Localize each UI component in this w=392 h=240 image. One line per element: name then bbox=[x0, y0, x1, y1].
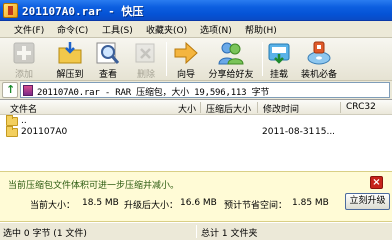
folder-icon bbox=[6, 115, 18, 126]
title-bar: 201107A0.rar - 快压 bbox=[0, 0, 392, 21]
mount-button[interactable]: 挂载 bbox=[264, 39, 294, 80]
current-size-value: 18.5 MB bbox=[82, 198, 119, 208]
address-bar: ↑ 201107A0.rar - RAR 压缩包，大小 19,596,113 字… bbox=[0, 81, 392, 99]
share-button[interactable]: 分享给好友 bbox=[204, 39, 258, 80]
status-bar: 选中 0 字节 (1 文件) 总计 1 文件夹 bbox=[0, 222, 392, 240]
tip-message: 当前压缩包文件体积可进一步压缩并减小。 bbox=[8, 181, 180, 191]
menu-command[interactable]: 命令(C) bbox=[57, 23, 88, 36]
column-packed-size[interactable]: 压缩后大小 bbox=[206, 102, 251, 115]
list-header: 文件名 大小 压缩后大小 修改时间 CRC32 bbox=[0, 100, 392, 115]
rar-archive-icon bbox=[23, 85, 33, 96]
menu-bar: 文件(F) 命令(C) 工具(S) 收藏夹(O) 选项(N) 帮助(H) bbox=[0, 21, 392, 38]
setup-essentials-button[interactable]: 装机必备 bbox=[296, 39, 342, 80]
window-title: 201107A0.rar - 快压 bbox=[22, 5, 144, 18]
saving-label: 预计节省空间： bbox=[224, 201, 288, 211]
app-icon[interactable] bbox=[3, 3, 18, 18]
column-name[interactable]: 文件名 bbox=[10, 102, 37, 115]
delete-button[interactable]: 删除 bbox=[128, 39, 164, 80]
status-selected: 选中 0 字节 (1 文件) bbox=[3, 229, 87, 239]
column-modified[interactable]: 修改时间 bbox=[263, 102, 299, 115]
status-total: 总计 1 文件夹 bbox=[201, 229, 258, 239]
column-size[interactable]: 大小 bbox=[178, 102, 196, 115]
column-divider bbox=[340, 102, 341, 113]
menu-tools[interactable]: 工具(S) bbox=[102, 23, 133, 36]
add-button[interactable]: 添加 bbox=[6, 39, 42, 80]
view-button[interactable]: 查看 bbox=[90, 39, 126, 80]
column-divider bbox=[257, 102, 258, 113]
setup-essentials-label: 装机必备 bbox=[300, 70, 337, 80]
toolbar-separator bbox=[166, 42, 167, 76]
people-icon bbox=[218, 42, 244, 65]
magnifier-icon bbox=[96, 42, 120, 64]
folder-icon bbox=[6, 126, 18, 137]
upgraded-size-label: 升级后大小： bbox=[124, 201, 179, 211]
menu-file[interactable]: 文件(F) bbox=[14, 23, 44, 36]
setup-disk-icon bbox=[307, 41, 331, 65]
column-crc[interactable]: CRC32 bbox=[346, 102, 376, 112]
delete-icon bbox=[135, 43, 155, 63]
mount-label: 挂载 bbox=[269, 70, 288, 80]
address-field[interactable]: 201107A0.rar - RAR 压缩包，大小 19,596,113 字节 bbox=[20, 82, 390, 98]
up-arrow-icon: ↑ bbox=[6, 83, 16, 96]
address-text: 201107A0.rar - RAR 压缩包，大小 19,596,113 字节 bbox=[37, 88, 270, 98]
arrow-right-icon bbox=[174, 41, 198, 65]
up-folder-button[interactable]: ↑ bbox=[2, 82, 18, 98]
wizard-button[interactable]: 向导 bbox=[168, 39, 204, 80]
delete-label: 删除 bbox=[136, 70, 155, 80]
row-modified: 2011-08-31 bbox=[262, 127, 315, 137]
list-row-folder[interactable]: 201107A0 2011-08-31 15... bbox=[0, 126, 392, 139]
upgrade-now-button[interactable]: 立刻升级 bbox=[345, 193, 390, 210]
file-list[interactable]: 文件名 大小 压缩后大小 修改时间 CRC32 .. 201107A0 2011… bbox=[0, 99, 392, 171]
close-icon[interactable]: × bbox=[370, 176, 383, 189]
status-divider bbox=[196, 225, 197, 238]
current-size-label: 当前大小： bbox=[30, 201, 76, 211]
row-name: 201107A0 bbox=[21, 127, 68, 137]
menu-favorites[interactable]: 收藏夹(O) bbox=[146, 23, 187, 36]
wizard-label: 向导 bbox=[176, 70, 195, 80]
extract-folder-icon bbox=[58, 42, 82, 64]
row-name: .. bbox=[21, 116, 27, 126]
saving-value: 1.85 MB bbox=[292, 198, 329, 208]
menu-options[interactable]: 选项(N) bbox=[200, 23, 232, 36]
toolbar: 添加 解压到 查看 删除 向导 分享给好友 挂载 装机必备 bbox=[0, 38, 392, 81]
extract-to-button[interactable]: 解压到 bbox=[50, 39, 90, 80]
extract-to-label: 解压到 bbox=[56, 70, 84, 80]
row-crc: 15... bbox=[315, 127, 336, 137]
mount-drive-icon bbox=[268, 43, 290, 64]
menu-help[interactable]: 帮助(H) bbox=[245, 23, 277, 36]
add-icon bbox=[13, 42, 35, 64]
column-divider bbox=[200, 102, 201, 113]
toolbar-separator bbox=[262, 42, 263, 76]
compression-tip-panel: 当前压缩包文件体积可进一步压缩并减小。 × 当前大小： 18.5 MB 升级后大… bbox=[0, 171, 392, 222]
upgraded-size-value: 16.6 MB bbox=[180, 198, 217, 208]
share-label: 分享给好友 bbox=[208, 70, 254, 80]
add-label: 添加 bbox=[14, 70, 33, 80]
view-label: 查看 bbox=[98, 70, 117, 80]
